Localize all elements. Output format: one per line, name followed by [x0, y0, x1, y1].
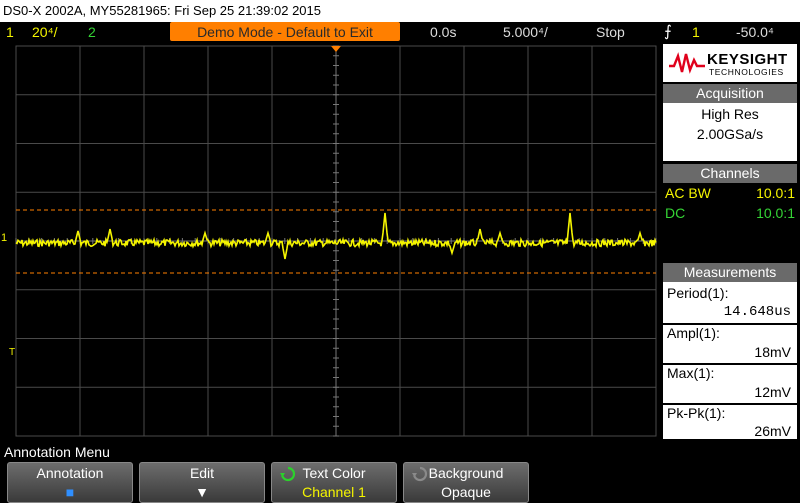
acquisition-header[interactable]: Acquisition — [663, 84, 797, 103]
trigger-source[interactable]: 1 — [692, 22, 700, 42]
annotation-softkey[interactable]: Annotation ■ — [7, 462, 133, 503]
channel-2-info: DC 10.0:1 — [663, 203, 797, 223]
channel-1-number[interactable]: 1 — [6, 22, 14, 42]
trigger-level[interactable]: -50.0⁴ — [736, 22, 774, 42]
checkbox-icon: ■ — [65, 484, 75, 500]
channel-1-info: AC BW 10.0:1 — [663, 183, 797, 203]
trigger-edge-icon: ⨍ — [664, 23, 672, 40]
measurement-value: 12mV — [754, 384, 791, 400]
channel-1-coupling: AC BW — [665, 185, 711, 201]
edit-softkey[interactable]: Edit ▼ — [139, 462, 265, 503]
channel-1-ground-marker[interactable]: 1 — [1, 232, 7, 244]
channels-header[interactable]: Channels — [663, 164, 797, 183]
horizontal-delay[interactable]: 0.0s — [430, 22, 456, 42]
run-state: Stop — [596, 24, 625, 40]
logo-sub: TECHNOLOGIES — [709, 67, 784, 77]
status-bar: 1 20⁴/ 2 Demo Mode - Default to Exit 0.0… — [0, 22, 800, 42]
menu-title: Annotation Menu — [0, 443, 800, 461]
timebase-scale[interactable]: 5.000⁴/ — [503, 22, 548, 42]
demo-mode-banner: Demo Mode - Default to Exit — [170, 22, 400, 41]
window-title: DS0-X 2002A, MY55281965: Fri Sep 25 21:3… — [0, 0, 800, 22]
channel-2-coupling: DC — [665, 205, 686, 221]
channel-2-number[interactable]: 2 — [88, 22, 96, 42]
sample-rate: 2.00GSa/s — [696, 126, 764, 142]
softkey-label: Text Color — [302, 465, 366, 481]
measurement-label: Pk-Pk(1): — [667, 405, 726, 421]
trigger-position-marker — [331, 46, 341, 52]
trigger-level-marker[interactable]: T — [9, 347, 15, 358]
measurement-value: 26mV — [754, 423, 791, 439]
measurements-body: Period(1): 14.648us Ampl(1): 18mV Max(1)… — [663, 282, 797, 439]
channel-2-probe: 10.0:1 — [756, 205, 795, 221]
softkey-value: Channel 1 — [302, 484, 366, 500]
softkey-value: Opaque — [441, 484, 491, 500]
graticule — [15, 45, 657, 437]
waveform-display[interactable]: 1 T — [0, 42, 660, 441]
arrow-down-icon: ▼ — [195, 484, 209, 500]
measurement-value: 18mV — [754, 344, 791, 360]
measurement-label: Ampl(1): — [667, 325, 720, 341]
keysight-logo: KEYSIGHT TECHNOLOGIES — [663, 44, 797, 82]
acquisition-body: High Res 2.00GSa/s — [663, 103, 797, 161]
channel-1-probe: 10.0:1 — [756, 185, 795, 201]
measurement-value: 14.648us — [723, 304, 791, 320]
softkey-label: Background — [428, 465, 504, 481]
info-panel: KEYSIGHT TECHNOLOGIES Acquisition High R… — [660, 42, 800, 441]
softkey-label: Edit — [189, 465, 215, 481]
acquisition-mode: High Res — [701, 106, 759, 122]
measurement-label: Max(1): — [667, 365, 715, 381]
measurements-header[interactable]: Measurements — [663, 263, 797, 282]
softkey-label: Annotation — [36, 465, 104, 481]
keysight-wave-icon — [669, 52, 705, 74]
channel-1-scale[interactable]: 20⁴/ — [32, 22, 57, 42]
background-softkey[interactable]: Background Opaque — [403, 462, 529, 503]
logo-brand: KEYSIGHT — [707, 51, 788, 68]
measurement-label: Period(1): — [667, 285, 729, 301]
text-color-softkey[interactable]: Text Color Channel 1 — [271, 462, 397, 503]
